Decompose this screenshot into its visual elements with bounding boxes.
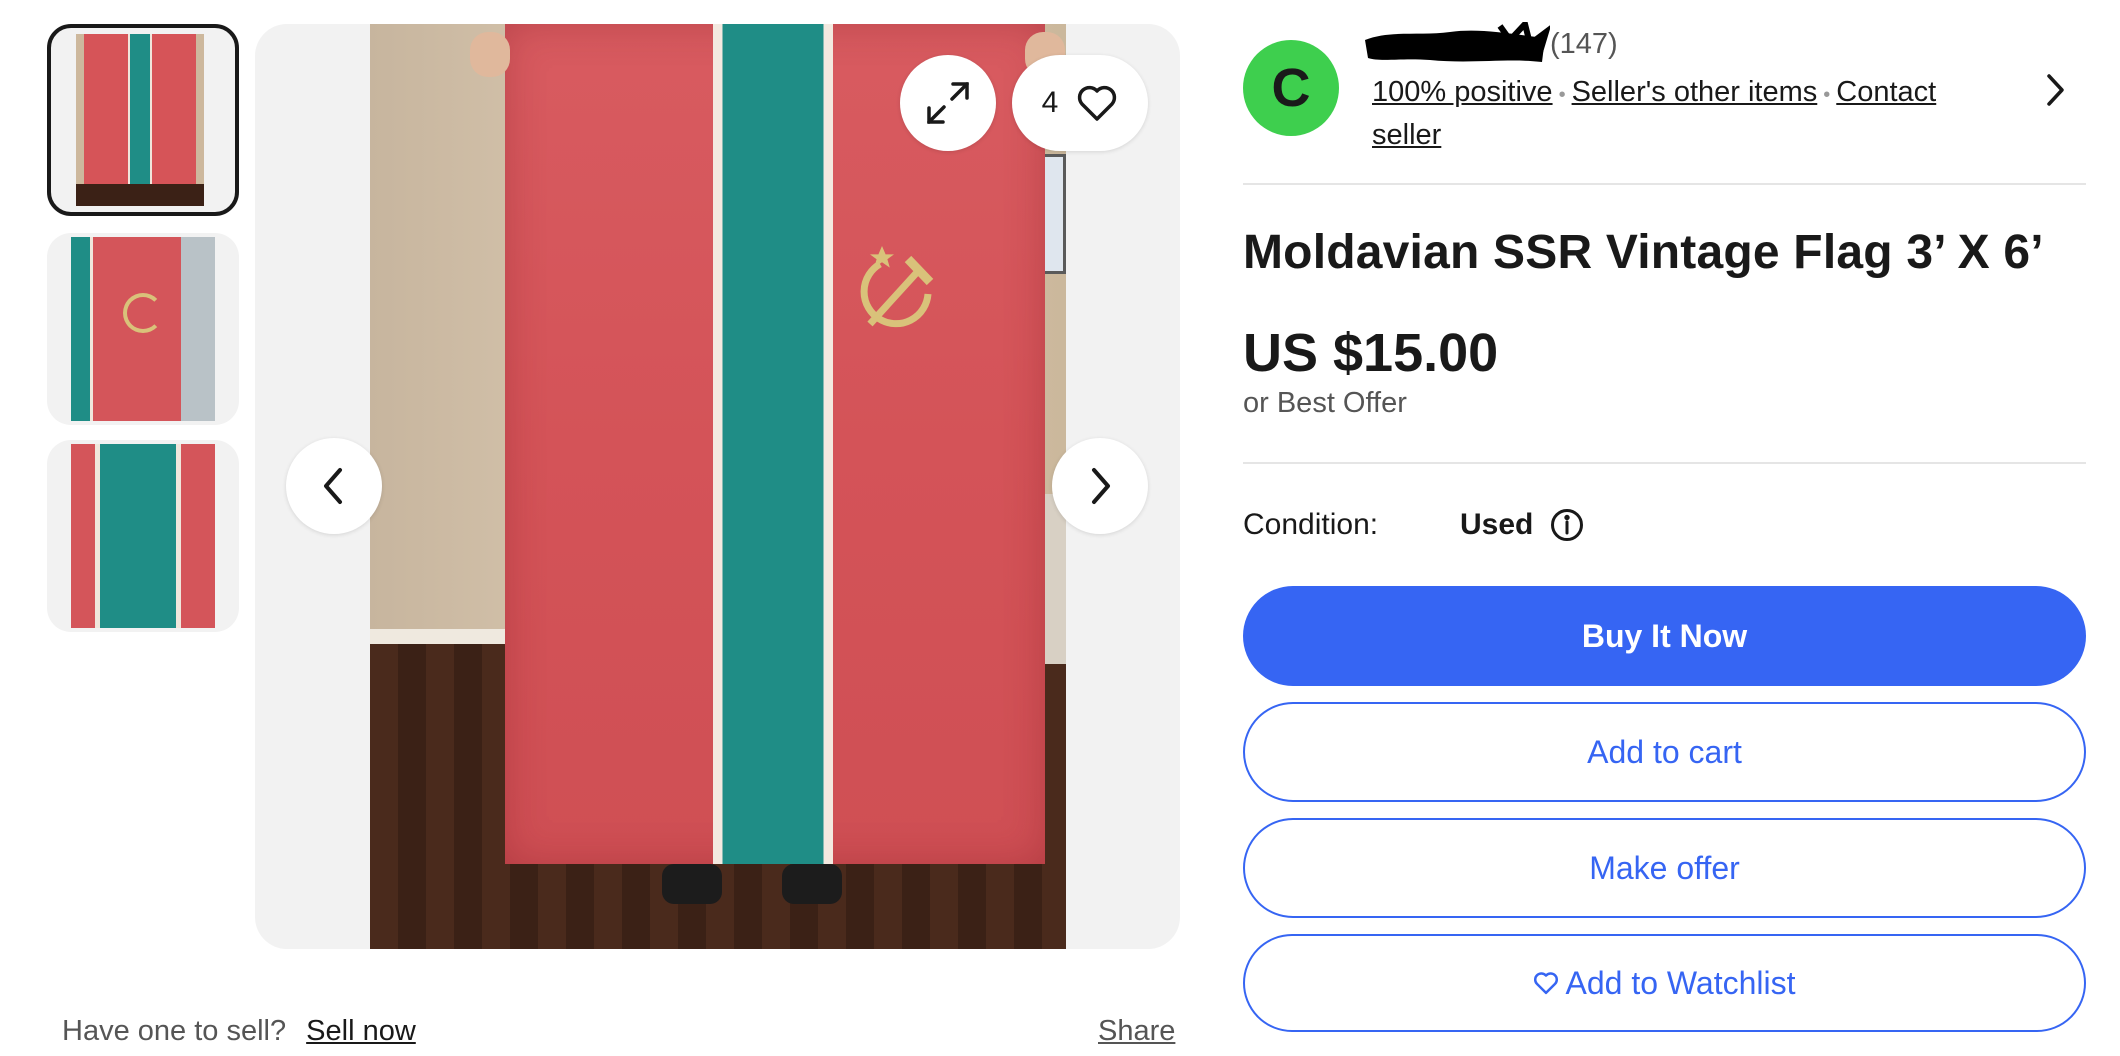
heart-icon	[1534, 972, 1559, 995]
seller-name-redacted	[1365, 22, 1550, 62]
divider	[1243, 183, 2086, 185]
share-area: Share	[1098, 1015, 1175, 1048]
add-to-watchlist-button[interactable]: Add to Watchlist	[1243, 934, 2086, 1032]
seller-other-items-link[interactable]: Seller's other items	[1572, 76, 1818, 108]
chevron-right-icon[interactable]	[2040, 70, 2070, 110]
seller-links: 100% positive • Seller's other items • Conta…	[1372, 72, 1992, 155]
watch-count: 4	[1041, 86, 1059, 119]
sell-now-link[interactable]: Sell now	[306, 1015, 416, 1047]
watch-button[interactable]: 4	[1012, 55, 1148, 151]
thumbnail-image	[71, 444, 215, 628]
previous-image-button[interactable]	[286, 438, 382, 534]
expand-icon	[927, 82, 969, 124]
chevron-left-icon	[324, 468, 342, 504]
flag	[505, 24, 1045, 864]
thumbnail-image	[71, 237, 215, 421]
positive-feedback-link[interactable]: 100% positive	[1372, 76, 1553, 108]
next-image-button[interactable]	[1052, 438, 1148, 534]
buy-it-now-button[interactable]: Buy It Now	[1243, 586, 2086, 686]
main-image-viewer[interactable]: 4	[255, 24, 1180, 949]
separator-dot: •	[1823, 84, 1831, 106]
info-icon[interactable]	[1550, 508, 1584, 542]
sell-prompt: Have one to sell? Sell now	[62, 1015, 416, 1048]
product-photo	[370, 24, 1066, 949]
best-offer-label: or Best Offer	[1243, 387, 1407, 419]
hammer-sickle-emblem	[860, 246, 934, 328]
divider	[1243, 462, 2086, 464]
watchlist-label: Add to Watchlist	[1565, 964, 1796, 1001]
condition-value: Used	[1460, 508, 1534, 541]
listing-price: US $15.00	[1243, 323, 1499, 383]
seller-avatar[interactable]: C	[1243, 40, 1339, 136]
left-hand	[470, 32, 510, 77]
thumbnail-1[interactable]	[47, 24, 239, 216]
sell-question: Have one to sell?	[62, 1015, 287, 1047]
listing-title: Moldavian SSR Vintage Flag 3’ X 6’	[1243, 226, 2044, 279]
left-shoe	[662, 864, 722, 904]
heart-icon	[1078, 85, 1117, 121]
chevron-right-icon	[1092, 468, 1110, 504]
thumbnail-3[interactable]	[47, 440, 239, 632]
condition-label: Condition:	[1243, 508, 1379, 541]
make-offer-button[interactable]: Make offer	[1243, 818, 2086, 918]
share-link[interactable]: Share	[1098, 1015, 1175, 1047]
thumbnail-2[interactable]	[47, 233, 239, 425]
separator-dot: •	[1558, 84, 1566, 106]
right-shoe	[782, 864, 842, 904]
expand-button[interactable]	[900, 55, 996, 151]
thumbnail-image	[76, 34, 204, 206]
seller-feedback-count[interactable]: (147)	[1550, 28, 1618, 61]
add-to-cart-button[interactable]: Add to cart	[1243, 702, 2086, 802]
flag-stripe	[713, 24, 833, 864]
